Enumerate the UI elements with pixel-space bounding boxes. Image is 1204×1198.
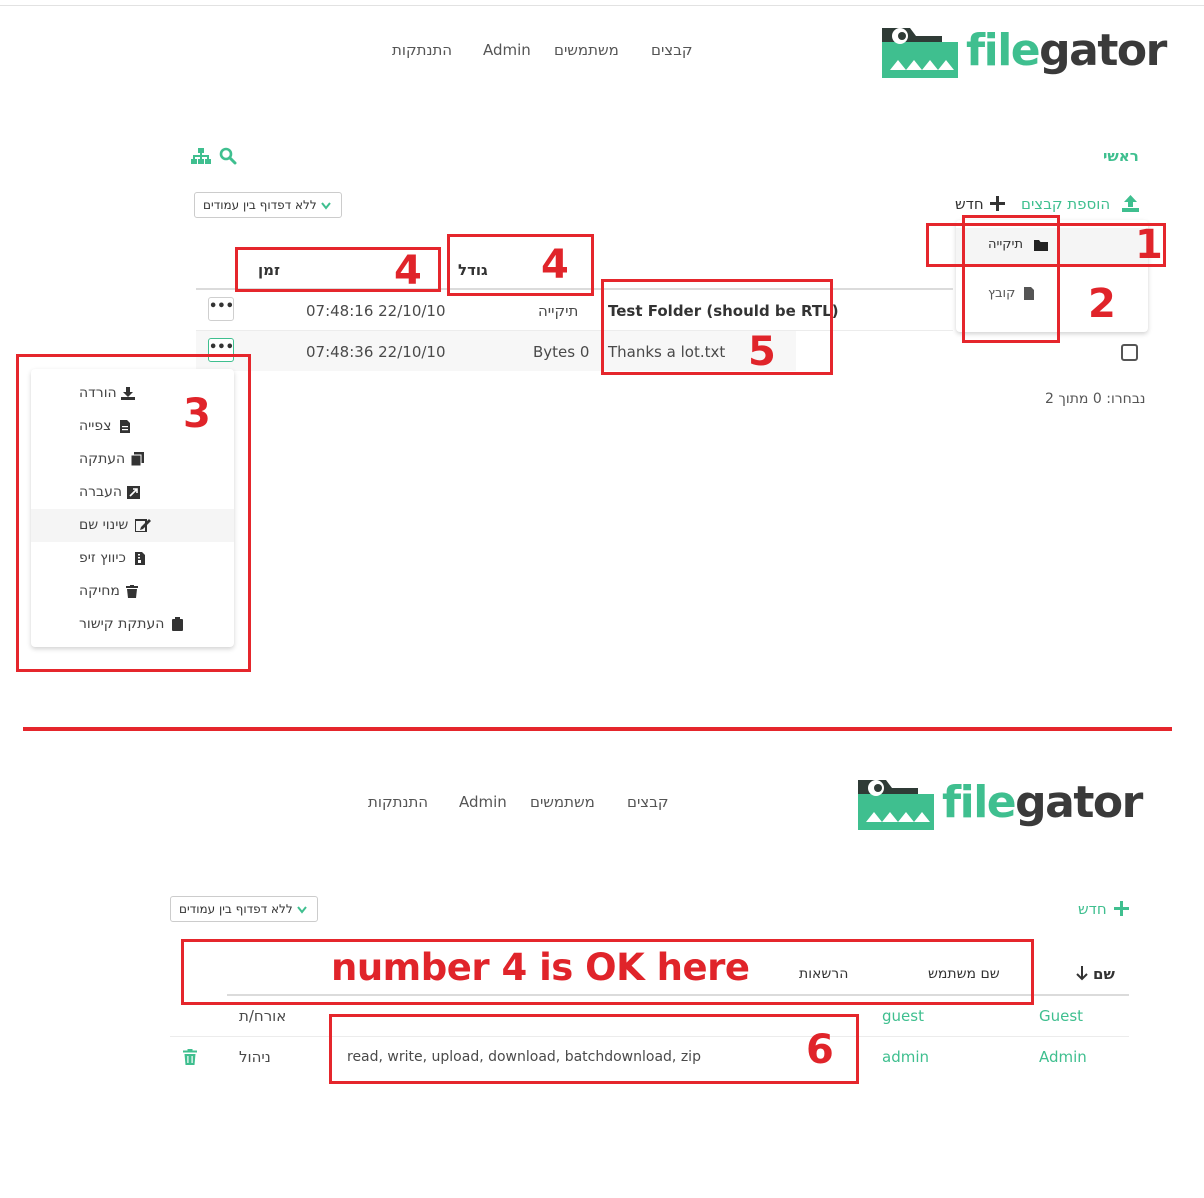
nav-users[interactable]: משתמשים xyxy=(554,41,619,59)
user-role: ניהול xyxy=(239,1048,271,1066)
search-icon[interactable] xyxy=(219,147,237,169)
annotation-box-2 xyxy=(962,215,1060,343)
logo-word-file: file xyxy=(942,776,1017,828)
chevron-down-icon xyxy=(297,906,307,914)
add-files-button[interactable]: הוספת קבצים xyxy=(1021,195,1110,213)
filegator-logo[interactable]: filegator xyxy=(856,772,1143,832)
pagination-select[interactable]: ללא דפדוף בין עמודים xyxy=(170,896,318,922)
annotation-number-6: 6 xyxy=(806,1027,834,1073)
pagination-select-label: ללא דפדוף בין עמודים xyxy=(203,198,317,212)
plus-icon[interactable] xyxy=(990,196,1005,215)
annotation-number-3: 3 xyxy=(183,391,211,437)
sitemap-icon[interactable] xyxy=(191,148,211,169)
row-size: Bytes 0 xyxy=(533,343,590,361)
logo-gator-icon xyxy=(858,780,934,830)
trash-icon[interactable] xyxy=(183,1049,197,1065)
nav-logout[interactable]: התנתקות xyxy=(392,41,452,59)
row-checkbox[interactable] xyxy=(1121,344,1138,361)
row-size: תיקייה xyxy=(538,302,579,320)
row-time: 07:48:16 22/10/10 xyxy=(306,302,446,320)
user-role: אורח/ת xyxy=(239,1007,287,1025)
logo-word-gator: gator xyxy=(1039,24,1167,76)
nav-logout[interactable]: התנתקות xyxy=(368,793,428,811)
annotation-ok-text: number 4 is OK here xyxy=(331,946,750,989)
new-button[interactable]: חדש xyxy=(955,195,984,213)
user-name[interactable]: Admin xyxy=(1039,1048,1087,1066)
column-header-name[interactable]: שם xyxy=(1093,965,1115,983)
logo-word-file: file xyxy=(966,24,1041,76)
nav-admin[interactable]: Admin xyxy=(459,793,507,811)
annotation-number-1: 1 xyxy=(1135,222,1163,268)
pagination-select-label: ללא דפדוף בין עמודים xyxy=(179,902,293,916)
annotation-box-6 xyxy=(329,1014,859,1084)
pagination-select[interactable]: ללא דפדוף בין עמודים xyxy=(194,192,342,218)
nav-files[interactable]: קבצים xyxy=(651,41,693,59)
user-username[interactable]: guest xyxy=(882,1007,924,1025)
nav-users[interactable]: משתמשים xyxy=(530,793,595,811)
row-time: 07:48:36 22/10/10 xyxy=(306,343,446,361)
row-more-button[interactable]: ••• xyxy=(208,297,234,321)
annotation-box-3 xyxy=(16,354,251,672)
annotation-box-4-size xyxy=(447,234,594,296)
upload-icon[interactable] xyxy=(1122,195,1139,216)
annotation-number-4-time: 4 xyxy=(394,248,422,294)
annotation-number-5: 5 xyxy=(748,329,776,375)
user-name[interactable]: Guest xyxy=(1039,1007,1083,1025)
breadcrumb-home[interactable]: ראשי xyxy=(1103,147,1139,165)
logo-word-gator: gator xyxy=(1015,776,1143,828)
nav-admin[interactable]: Admin xyxy=(483,41,531,59)
new-user-button[interactable]: חדש xyxy=(1078,900,1107,918)
chevron-down-icon xyxy=(321,202,331,210)
annotation-box-5 xyxy=(601,279,833,375)
top-border xyxy=(0,5,1204,6)
annotation-number-2: 2 xyxy=(1088,281,1116,327)
selection-count: נבחרו: 0 מתוך 2 xyxy=(1045,391,1146,407)
filegator-logo[interactable]: filegator xyxy=(880,20,1167,80)
annotation-number-4-size: 4 xyxy=(541,242,569,288)
logo-gator-icon xyxy=(882,28,958,78)
sort-arrow-icon[interactable] xyxy=(1076,966,1088,985)
nav-files[interactable]: קבצים xyxy=(627,793,669,811)
section-separator xyxy=(23,727,1172,731)
table-row[interactable]: ••• 07:48:16 22/10/10 תיקייה Test Folder… xyxy=(196,290,953,330)
user-username[interactable]: admin xyxy=(882,1048,929,1066)
plus-icon[interactable] xyxy=(1114,901,1129,920)
